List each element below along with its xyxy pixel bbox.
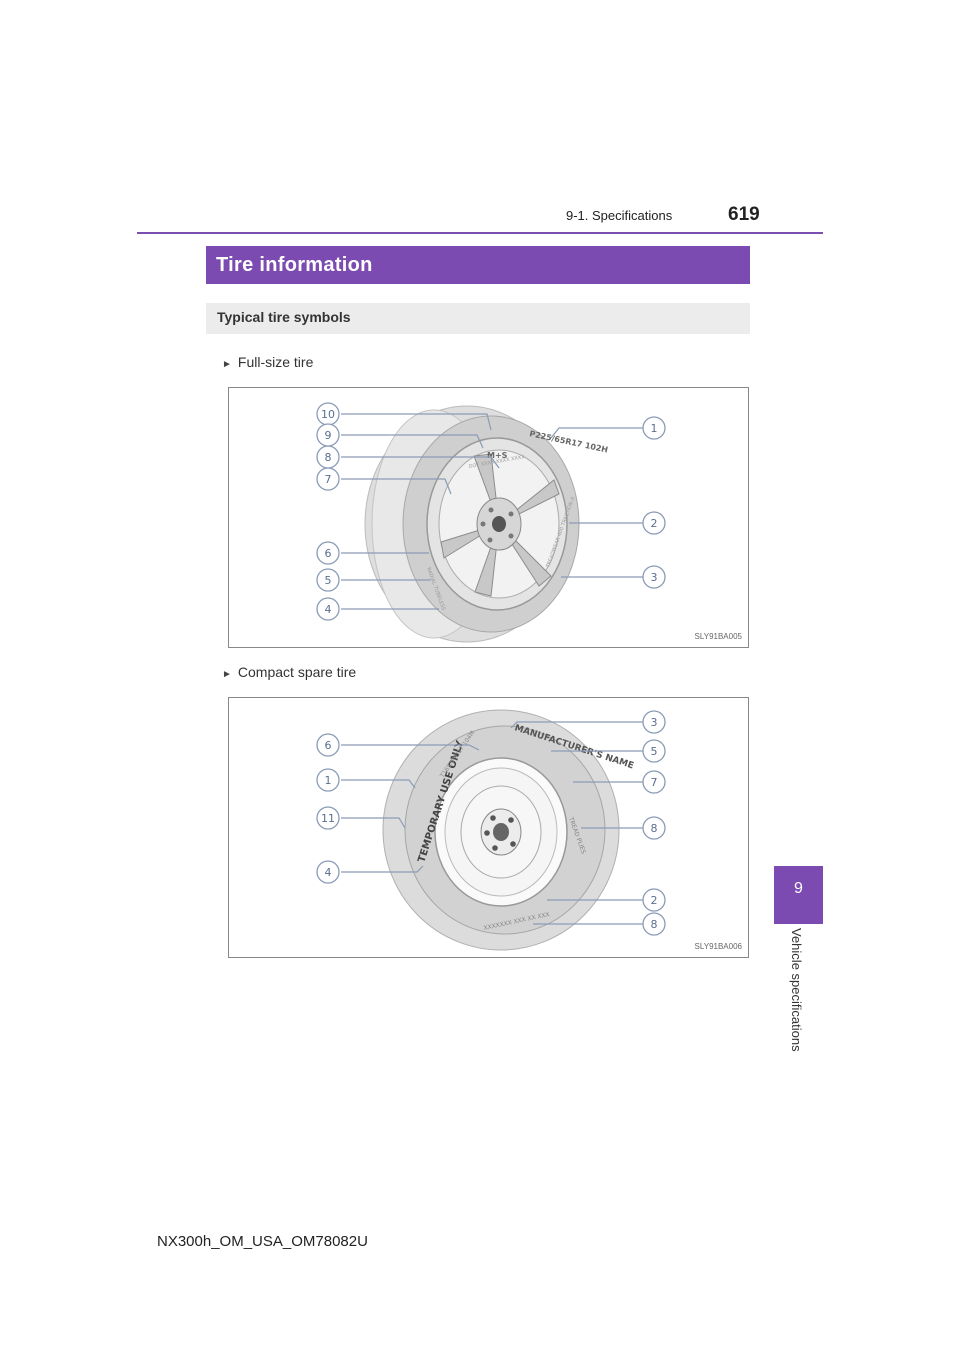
callout-4: 4 xyxy=(325,603,332,616)
callout-1: 1 xyxy=(651,422,658,435)
footer-doc-id: NX300h_OM_USA_OM78082U xyxy=(157,1233,368,1250)
callout-5: 5 xyxy=(325,574,332,587)
callout-4: 4 xyxy=(325,866,332,879)
triangle-bullet-icon: ► xyxy=(222,669,232,680)
callout-11: 11 xyxy=(321,812,335,825)
callout-3: 3 xyxy=(651,716,658,729)
page-number: 619 xyxy=(728,204,760,225)
callout-8: 8 xyxy=(325,451,332,464)
figure-code: SLY91BA005 xyxy=(694,632,742,641)
compact-spare-tire-drawing: TEMPORARY USE ONLY MANUFACTURER'S NAME T… xyxy=(316,709,666,951)
callout-7: 7 xyxy=(651,776,658,789)
callout-6: 6 xyxy=(325,547,332,560)
callout-7: 7 xyxy=(325,473,332,486)
triangle-bullet-icon: ► xyxy=(222,359,232,370)
chapter-label: Vehicle specifications xyxy=(789,928,810,1078)
callout-8: 8 xyxy=(651,822,658,835)
header-rule xyxy=(137,232,823,234)
page-title: Tire information xyxy=(216,254,373,276)
callout-1: 1 xyxy=(325,774,332,787)
callout-2: 2 xyxy=(651,517,658,530)
bullet-label: Compact spare tire xyxy=(237,664,357,680)
chapter-number: 9 xyxy=(794,880,803,897)
callouts-right: 1 2 3 xyxy=(642,416,666,589)
compact-spare-tire-figure: TEMPORARY USE ONLY MANUFACTURER'S NAME T… xyxy=(228,697,749,958)
callout-3: 3 xyxy=(651,571,658,584)
callout-9: 9 xyxy=(325,429,332,442)
callout-2: 2 xyxy=(651,894,658,907)
bullet-label: Full-size tire xyxy=(237,354,314,370)
full-size-tire-figure: M+S P225/65R17 102H DOT XXXX XXXX XXXX R… xyxy=(228,387,749,648)
callout-5: 5 xyxy=(651,745,658,758)
bullet-compact-spare: ► Compact spare tire xyxy=(222,664,356,680)
callouts-left: 6 1 11 4 xyxy=(316,733,340,884)
callout-6: 6 xyxy=(325,739,332,752)
callout-8b: 8 xyxy=(651,918,658,931)
chapter-label-text: Vehicle specifications xyxy=(789,928,804,1052)
section-label: 9-1. Specifications xyxy=(566,208,673,223)
subtitle: Typical tire symbols xyxy=(217,309,351,325)
callouts-left: 10 9 8 7 6 5 4 xyxy=(316,402,340,621)
figure-code: SLY91BA006 xyxy=(694,942,742,951)
full-size-tire-drawing: M+S P225/65R17 102H DOT XXXX XXXX XXXX R… xyxy=(316,402,666,643)
bullet-full-size: ► Full-size tire xyxy=(222,354,313,370)
callout-10: 10 xyxy=(321,408,335,421)
callouts-right: 3 5 7 8 2 8 xyxy=(642,710,666,936)
